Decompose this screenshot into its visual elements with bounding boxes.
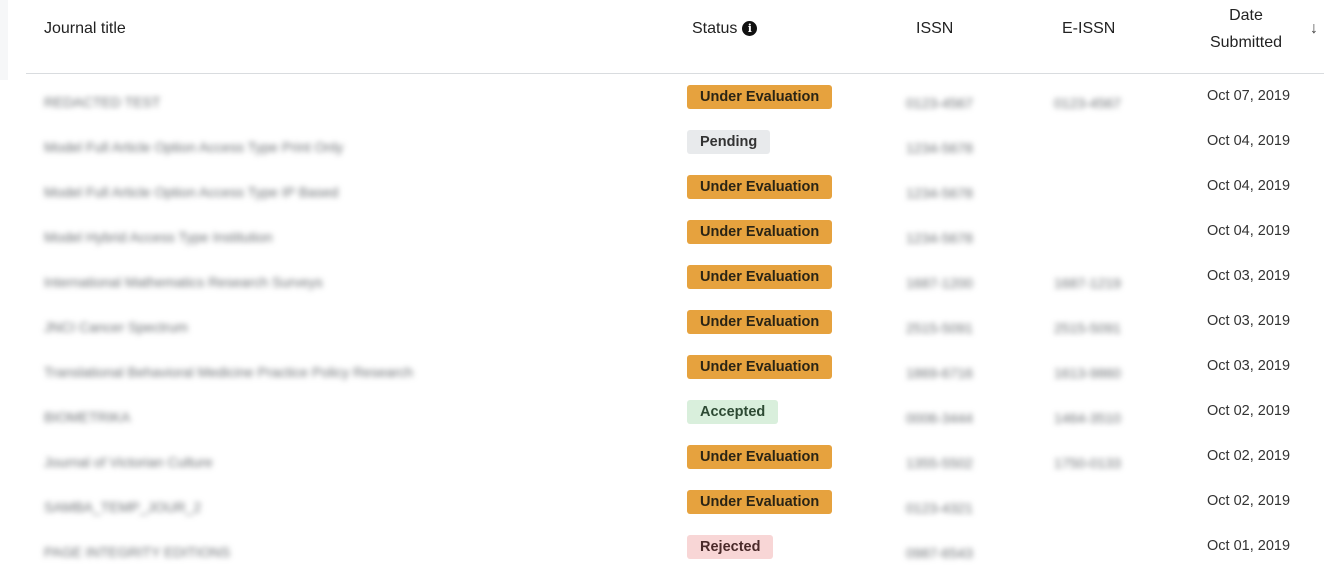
date-submitted-cell: Oct 04, 2019 <box>1207 223 1291 239</box>
eissn-cell: 1613-9860 <box>1054 365 1121 381</box>
table-row[interactable]: SAMBA_TEMP_JOUR_2 Under Evaluation 0123-… <box>26 479 1324 524</box>
column-header-status[interactable]: Status i <box>692 15 758 42</box>
status-cell: Under Evaluation <box>687 490 833 514</box>
eissn-cell: 1464-3510 <box>1054 410 1121 426</box>
date-submitted-cell: Oct 04, 2019 <box>1207 178 1291 194</box>
date-submitted-cell: Oct 02, 2019 <box>1207 448 1291 464</box>
status-cell: Under Evaluation <box>687 310 833 334</box>
table-body: REDACTED TEST Under Evaluation 0123-4567… <box>26 74 1324 569</box>
journal-title-cell[interactable]: SAMBA_TEMP_JOUR_2 <box>44 499 201 515</box>
table-row[interactable]: Model Full Article Option Access Type IP… <box>26 164 1324 209</box>
issn-cell: 1869-6716 <box>906 365 973 381</box>
journal-title-cell[interactable]: International Mathematics Research Surve… <box>44 274 323 290</box>
status-badge: Under Evaluation <box>687 490 833 514</box>
eissn-cell: 1687-1219 <box>1054 275 1121 291</box>
date-submitted-cell: Oct 04, 2019 <box>1207 133 1291 149</box>
date-submitted-cell: Oct 02, 2019 <box>1207 493 1291 509</box>
table-row[interactable]: BIOMETRIKA Accepted 0006-3444 1464-3510 … <box>26 389 1324 434</box>
date-submitted-cell: Oct 03, 2019 <box>1207 268 1291 284</box>
status-badge: Under Evaluation <box>687 310 833 334</box>
table-row[interactable]: REDACTED TEST Under Evaluation 0123-4567… <box>26 74 1324 119</box>
date-submitted-cell: Oct 01, 2019 <box>1207 538 1291 554</box>
journal-title-cell[interactable]: Model Full Article Option Access Type Pr… <box>44 139 343 155</box>
issn-cell: 1234-5678 <box>906 230 973 246</box>
info-icon[interactable]: i <box>742 21 758 36</box>
issn-cell: 0123-4567 <box>906 95 973 111</box>
sort-descending-icon[interactable]: ↓ <box>1310 20 1318 38</box>
journal-title-cell[interactable]: Model Hybrid Access Type Institution <box>44 229 273 245</box>
status-badge: Under Evaluation <box>687 445 833 469</box>
table-row[interactable]: International Mathematics Research Surve… <box>26 254 1324 299</box>
journal-title-cell[interactable]: PAGE INTEGRITY EDITIONS <box>44 544 230 560</box>
journal-title-cell[interactable]: Model Full Article Option Access Type IP… <box>44 184 338 200</box>
date-submitted-cell: Oct 03, 2019 <box>1207 358 1291 374</box>
column-header-journal-title[interactable]: Journal title <box>44 15 126 42</box>
column-header-issn[interactable]: ISSN <box>916 15 953 42</box>
status-badge: Under Evaluation <box>687 175 833 199</box>
journal-title-cell[interactable]: Translational Behavioral Medicine Practi… <box>44 364 413 380</box>
status-cell: Under Evaluation <box>687 265 833 289</box>
date-submitted-cell: Oct 07, 2019 <box>1207 88 1291 104</box>
table-header: Journal title Status i ISSN E-ISSN Date … <box>26 0 1324 74</box>
table-row[interactable]: PAGE INTEGRITY EDITIONS Rejected 0987-65… <box>26 524 1324 569</box>
eissn-cell: 1750-0133 <box>1054 455 1121 471</box>
journals-table: Journal title Status i ISSN E-ISSN Date … <box>26 0 1324 569</box>
eissn-cell: 0123-4567 <box>1054 95 1121 111</box>
status-cell: Under Evaluation <box>687 445 833 469</box>
table-row[interactable]: JNCI Cancer Spectrum Under Evaluation 25… <box>26 299 1324 344</box>
status-badge: Rejected <box>687 535 774 559</box>
date-submitted-cell: Oct 02, 2019 <box>1207 403 1291 419</box>
status-cell: Rejected <box>687 535 774 559</box>
status-badge: Under Evaluation <box>687 85 833 109</box>
date-header-line2: Submitted <box>1209 34 1283 51</box>
journal-title-cell[interactable]: JNCI Cancer Spectrum <box>44 319 188 335</box>
table-row[interactable]: Translational Behavioral Medicine Practi… <box>26 344 1324 389</box>
journal-title-cell[interactable]: Journal of Victorian Culture <box>44 454 213 470</box>
status-cell: Under Evaluation <box>687 85 833 109</box>
status-cell: Under Evaluation <box>687 220 833 244</box>
status-cell: Pending <box>687 130 771 154</box>
issn-cell: 2515-5091 <box>906 320 973 336</box>
issn-cell: 0123-4321 <box>906 500 973 516</box>
issn-cell: 1355-5502 <box>906 455 973 471</box>
column-header-date-submitted[interactable]: Date Submitted <box>1196 2 1296 56</box>
date-header-line1: Date <box>1229 7 1263 24</box>
column-header-eissn[interactable]: E-ISSN <box>1062 15 1115 42</box>
status-badge: Pending <box>687 130 771 154</box>
column-header-status-label: Status <box>692 20 738 37</box>
issn-cell: 0987-6543 <box>906 545 973 561</box>
status-badge: Accepted <box>687 400 779 424</box>
table-row[interactable]: Journal of Victorian Culture Under Evalu… <box>26 434 1324 479</box>
status-badge: Under Evaluation <box>687 355 833 379</box>
issn-cell: 1234-5678 <box>906 185 973 201</box>
status-cell: Accepted <box>687 400 779 424</box>
table-row[interactable]: Model Full Article Option Access Type Pr… <box>26 119 1324 164</box>
issn-cell: 1234-5678 <box>906 140 973 156</box>
date-submitted-cell: Oct 03, 2019 <box>1207 313 1291 329</box>
status-badge: Under Evaluation <box>687 265 833 289</box>
issn-cell: 1687-1200 <box>906 275 973 291</box>
journal-title-cell[interactable]: BIOMETRIKA <box>44 409 130 425</box>
status-badge: Under Evaluation <box>687 220 833 244</box>
status-cell: Under Evaluation <box>687 355 833 379</box>
issn-cell: 0006-3444 <box>906 410 973 426</box>
journal-title-cell[interactable]: REDACTED TEST <box>44 94 160 110</box>
eissn-cell: 2515-5091 <box>1054 320 1121 336</box>
status-cell: Under Evaluation <box>687 175 833 199</box>
left-panel-edge <box>0 0 8 80</box>
table-row[interactable]: Model Hybrid Access Type Institution Und… <box>26 209 1324 254</box>
